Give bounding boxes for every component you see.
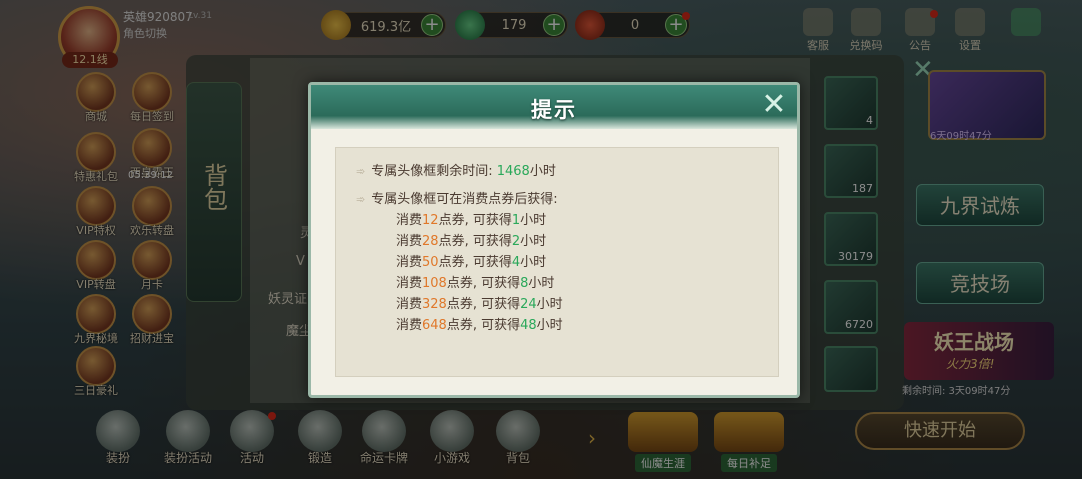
arrow-bullet-icon: ➾ bbox=[356, 165, 366, 178]
tier-line: 消费28点券, 可获得2小时 bbox=[396, 234, 547, 249]
arrow-bullet-icon: ➾ bbox=[356, 193, 366, 206]
close-icon[interactable]: ✕ bbox=[757, 89, 791, 123]
dialog-body: ➾ 专属头像框剩余时间: 1468小时 ➾ 专属头像框可在消费点券后获得: 消费12… bbox=[335, 147, 779, 377]
tier-line: 消费108点券, 可获得8小时 bbox=[396, 276, 555, 291]
tier-line: 消费648点券, 可获得48小时 bbox=[396, 318, 563, 333]
tip-dialog: 提示 ✕ ➾ 专属头像框剩余时间: 1468小时 ➾ 专属头像框可在消费点券后获得:… bbox=[308, 82, 800, 398]
remaining-time-line: ➾ 专属头像框剩余时间: 1468小时 bbox=[356, 164, 556, 179]
consume-header-line: ➾ 专属头像框可在消费点券后获得: bbox=[356, 192, 558, 207]
dialog-title: 提示 bbox=[531, 98, 577, 122]
tier-line: 消费50点券, 可获得4小时 bbox=[396, 255, 547, 270]
tier-line: 消费12点券, 可获得1小时 bbox=[396, 213, 547, 228]
tier-line: 消费328点券, 可获得24小时 bbox=[396, 297, 563, 312]
